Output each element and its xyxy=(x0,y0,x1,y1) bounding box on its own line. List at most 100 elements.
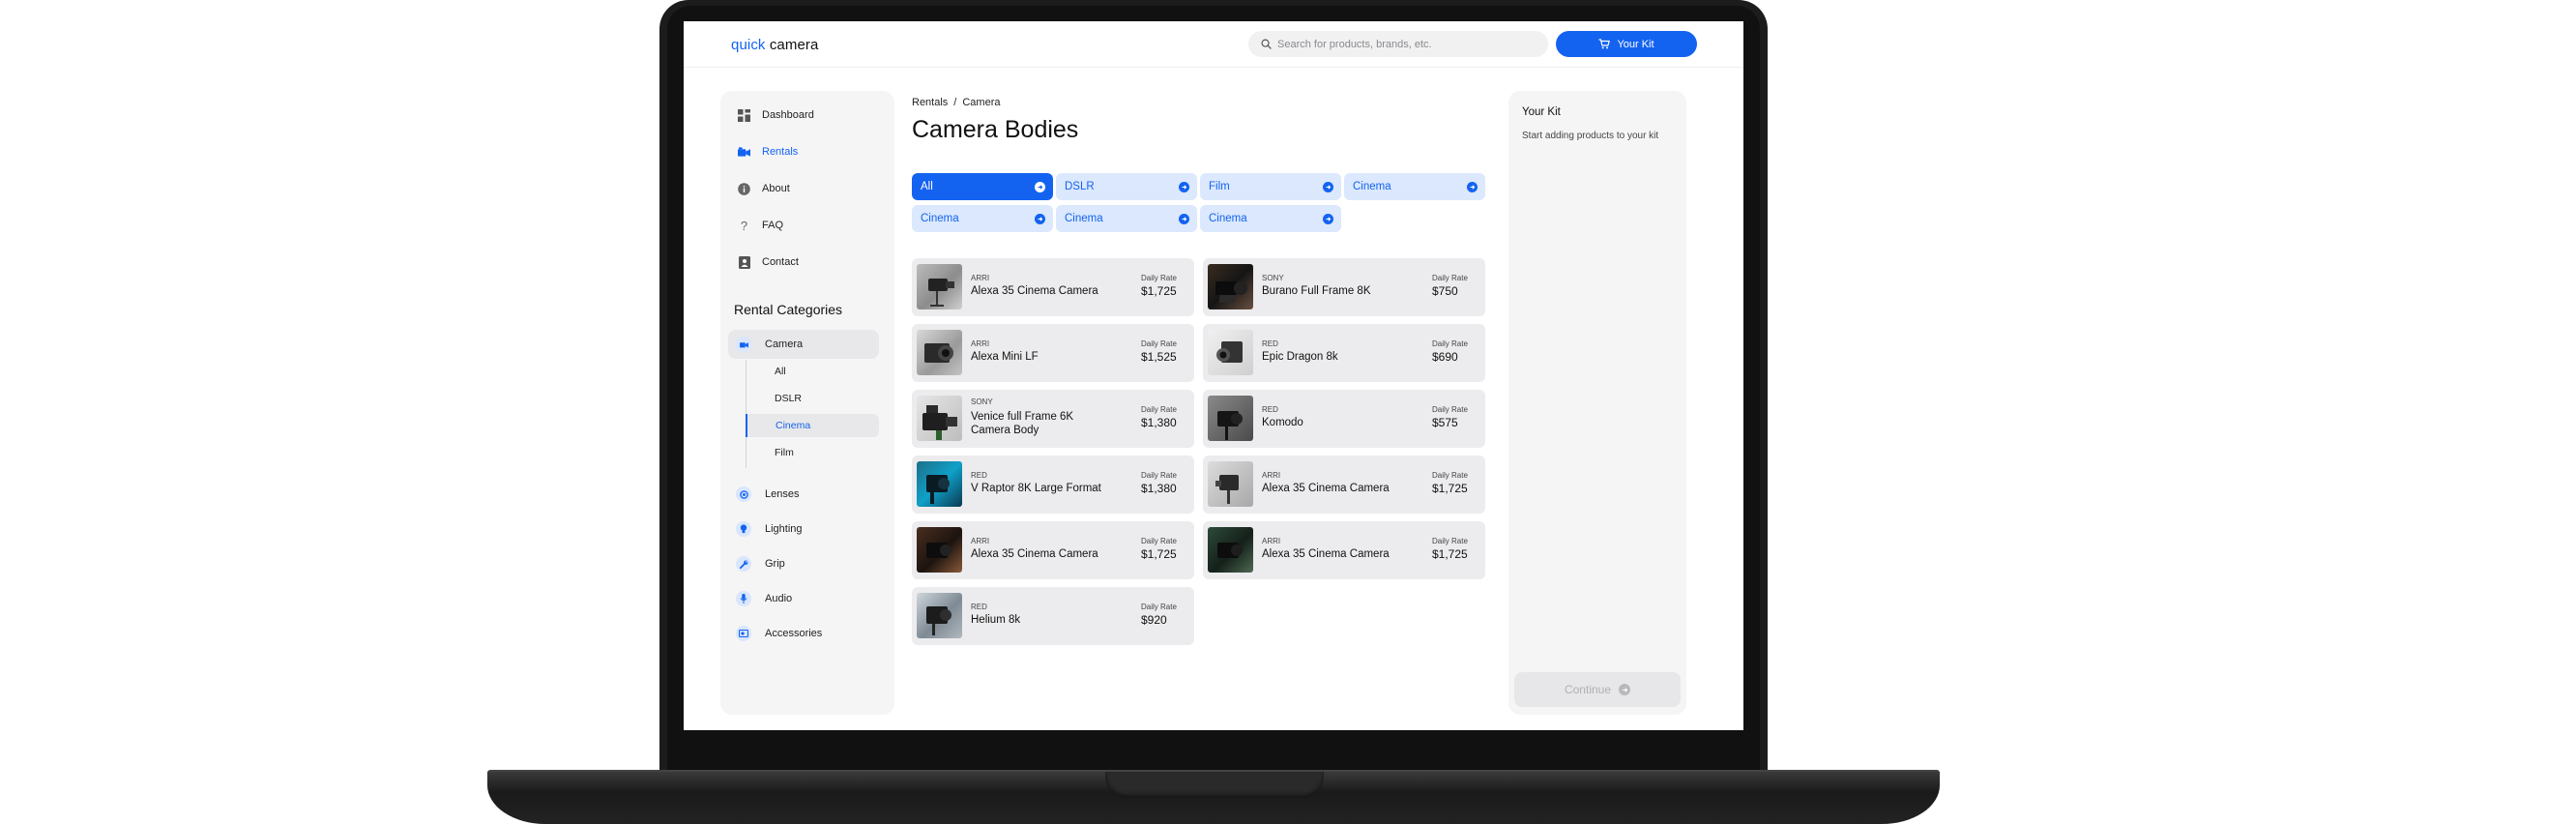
product-card[interactable]: RED V Raptor 8K Large Format Daily Rate … xyxy=(912,456,1194,514)
arrow-right-icon xyxy=(1619,684,1631,695)
chip-label: Cinema xyxy=(921,213,959,224)
product-image xyxy=(1208,330,1253,375)
logo[interactable]: quick camera xyxy=(731,37,818,53)
category-lenses[interactable]: Lenses xyxy=(728,480,879,509)
subcategory-film[interactable]: Film xyxy=(746,441,880,464)
filter-chip-cinema[interactable]: Cinema xyxy=(1344,173,1485,200)
product-card[interactable]: SONY Venice full Frame 6K Camera Body Da… xyxy=(912,390,1194,448)
breadcrumb-rentals[interactable]: Rentals xyxy=(912,97,948,108)
info-icon xyxy=(738,182,750,195)
search-bar[interactable] xyxy=(1248,31,1548,57)
product-name: Alexa Mini LF xyxy=(971,351,1039,363)
rate-label: Daily Rate xyxy=(1432,471,1468,480)
filter-chip-cinema[interactable]: Cinema xyxy=(1200,205,1341,232)
mic-icon xyxy=(736,591,751,606)
product-image xyxy=(1208,461,1253,507)
product-card[interactable]: RED Helium 8k Daily Rate $920 xyxy=(912,587,1194,645)
laptop-hinge xyxy=(1105,772,1324,798)
product-name: Burano Full Frame 8K xyxy=(1262,285,1371,297)
product-card[interactable]: ARRI Alexa 35 Cinema Camera Daily Rate $… xyxy=(1203,456,1485,514)
nav-item-rentals[interactable]: Rentals xyxy=(734,139,879,164)
rate-label: Daily Rate xyxy=(1432,537,1468,545)
product-rate: $920 xyxy=(1141,613,1167,627)
nav-item-about[interactable]: About xyxy=(734,176,879,201)
chip-label: DSLR xyxy=(1065,181,1095,192)
subcategory-dslr[interactable]: DSLR xyxy=(746,387,880,410)
category-label: Grip xyxy=(765,558,785,570)
product-brand: RED xyxy=(971,471,987,480)
nav-item-contact[interactable]: Contact xyxy=(734,250,879,275)
rate-label: Daily Rate xyxy=(1141,405,1177,414)
category-camera[interactable]: Camera xyxy=(728,330,879,359)
product-name: Alexa 35 Cinema Camera xyxy=(971,548,1098,560)
product-image xyxy=(917,264,962,309)
product-name: Epic Dragon 8k xyxy=(1262,351,1338,363)
filter-chip-dslr[interactable]: DSLR xyxy=(1056,173,1197,200)
product-card[interactable]: ARRI Alexa 35 Cinema Camera Daily Rate $… xyxy=(912,521,1194,579)
category-accessories[interactable]: Accessories xyxy=(728,619,879,648)
filter-chip-cinema[interactable]: Cinema xyxy=(912,205,1053,232)
question-icon: ? xyxy=(740,218,748,233)
nav-label: Dashboard xyxy=(762,109,814,121)
category-grip[interactable]: Grip xyxy=(728,549,879,578)
subcategory-cinema[interactable]: Cinema xyxy=(746,414,879,437)
category-label: Camera xyxy=(765,338,804,350)
product-image xyxy=(1208,396,1253,441)
wrench-icon xyxy=(736,556,751,572)
product-brand: ARRI xyxy=(971,339,990,348)
filter-chip-film[interactable]: Film xyxy=(1200,173,1341,200)
nav-item-faq[interactable]: ? FAQ xyxy=(734,213,879,238)
product-image xyxy=(917,461,962,507)
product-card[interactable]: RED Komodo Daily Rate $575 xyxy=(1203,390,1485,448)
product-card[interactable]: ARRI Alexa Mini LF Daily Rate $1,525 xyxy=(912,324,1194,382)
nav-label: FAQ xyxy=(762,220,784,231)
contact-icon xyxy=(738,255,750,269)
product-name: Alexa 35 Cinema Camera xyxy=(1262,483,1390,494)
breadcrumb-camera[interactable]: Camera xyxy=(962,97,1000,108)
product-card[interactable]: ARRI Alexa 35 Cinema Camera Daily Rate $… xyxy=(1203,521,1485,579)
continue-button[interactable]: Continue xyxy=(1514,672,1681,707)
camera-icon xyxy=(736,337,751,352)
product-card[interactable]: RED Epic Dragon 8k Daily Rate $690 xyxy=(1203,324,1485,382)
category-label: Audio xyxy=(765,593,793,604)
category-lighting[interactable]: Lighting xyxy=(728,515,879,544)
cart-icon xyxy=(1598,39,1611,49)
nav-label: Contact xyxy=(762,256,799,268)
product-rate: $750 xyxy=(1432,284,1458,298)
your-kit-label: Your Kit xyxy=(1617,38,1654,50)
product-brand: RED xyxy=(971,603,987,611)
chip-label: All xyxy=(921,181,933,192)
chevron-right-icon xyxy=(1179,181,1189,192)
nav-label: About xyxy=(762,183,790,194)
product-image xyxy=(1208,264,1253,309)
product-card[interactable]: ARRI Alexa 35 Cinema Camera Daily Rate $… xyxy=(912,258,1194,316)
product-image xyxy=(1208,527,1253,573)
camera-icon xyxy=(738,146,750,159)
chevron-right-icon xyxy=(1323,181,1333,192)
product-rate: $1,725 xyxy=(1432,547,1468,561)
product-image xyxy=(917,396,962,441)
breadcrumb: Rentals / Camera xyxy=(912,97,1000,108)
chevron-right-icon xyxy=(1035,181,1045,192)
product-name: Alexa 35 Cinema Camera xyxy=(971,285,1098,297)
page-title: Camera Bodies xyxy=(912,116,1079,143)
product-brand: ARRI xyxy=(1262,471,1281,480)
nav-item-dashboard[interactable]: Dashboard xyxy=(734,103,879,128)
continue-label: Continue xyxy=(1564,683,1612,696)
chip-label: Cinema xyxy=(1353,181,1391,192)
product-rate: $1,725 xyxy=(1141,284,1177,298)
product-name: Alexa 35 Cinema Camera xyxy=(1262,548,1390,560)
product-card[interactable]: SONY Burano Full Frame 8K Daily Rate $75… xyxy=(1203,258,1485,316)
rate-label: Daily Rate xyxy=(1141,471,1177,480)
your-kit-button[interactable]: Your Kit xyxy=(1556,31,1697,57)
filter-chip-cinema[interactable]: Cinema xyxy=(1056,205,1197,232)
search-input[interactable] xyxy=(1277,38,1548,50)
filter-chip-all[interactable]: All xyxy=(912,173,1053,200)
kit-title: Your Kit xyxy=(1522,106,1561,118)
rate-label: Daily Rate xyxy=(1432,405,1468,414)
product-image xyxy=(917,527,962,573)
chip-label: Film xyxy=(1209,181,1230,192)
subcategory-all[interactable]: All xyxy=(746,360,880,383)
category-audio[interactable]: Audio xyxy=(728,584,879,613)
dashboard-icon xyxy=(738,108,750,122)
